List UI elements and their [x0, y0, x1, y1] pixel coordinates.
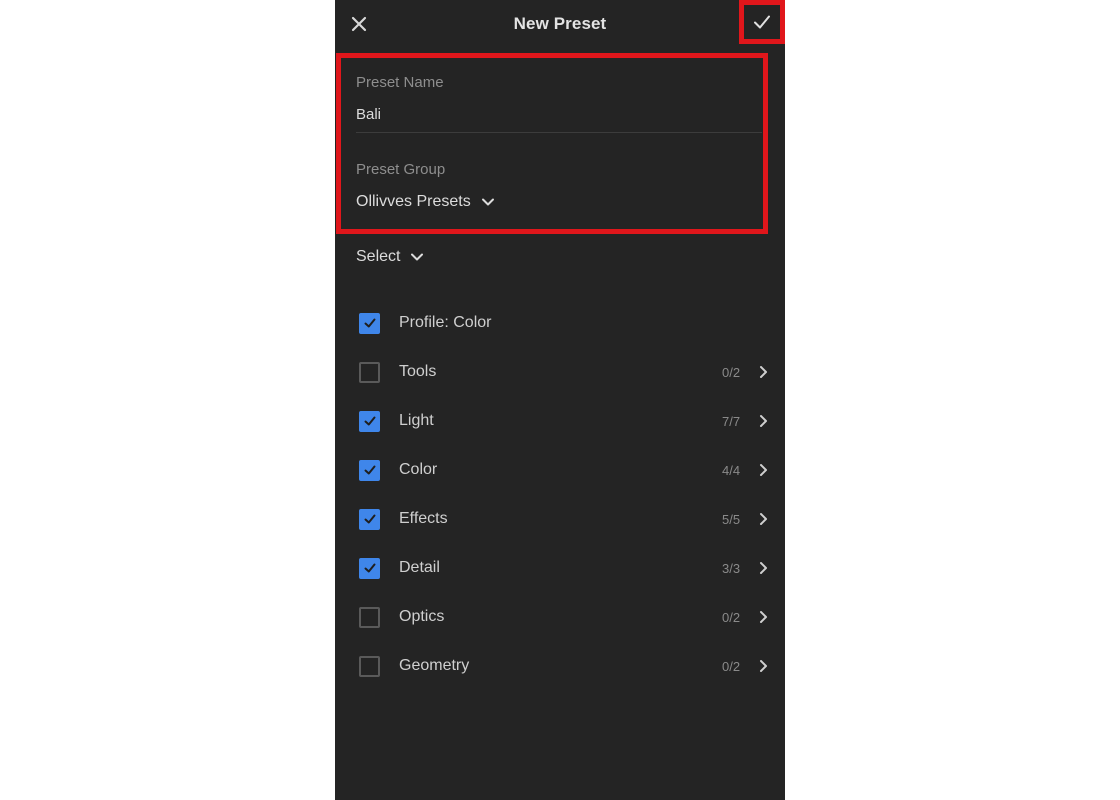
chevron-down-icon: [481, 198, 494, 206]
chevron-right-icon[interactable]: [757, 659, 769, 673]
checkmark-icon: [364, 416, 375, 426]
chevron-right-icon[interactable]: [757, 365, 769, 379]
preset-group-dropdown[interactable]: Ollivves Presets: [356, 193, 495, 211]
settings-item-count: 5/5: [722, 511, 741, 527]
settings-item[interactable]: Profile: Color: [359, 308, 779, 338]
checkmark-icon: [364, 318, 375, 328]
settings-item-count: 3/3: [722, 560, 741, 576]
settings-item-count: 0/2: [722, 364, 741, 380]
select-label: Select: [356, 248, 401, 265]
settings-checkbox[interactable]: [359, 459, 380, 481]
chevron-right-icon[interactable]: [757, 463, 769, 477]
settings-item-count: 0/2: [722, 658, 741, 674]
settings-checkbox[interactable]: [359, 410, 380, 432]
checkmark-icon: [754, 15, 770, 29]
settings-checkbox[interactable]: [359, 655, 380, 677]
field-divider: [356, 132, 762, 133]
settings-checkbox[interactable]: [359, 312, 380, 334]
settings-item[interactable]: Detail 3/3: [359, 553, 779, 583]
confirm-button[interactable]: [739, 1, 785, 43]
settings-item[interactable]: Tools 0/2: [359, 357, 779, 387]
settings-item[interactable]: Geometry 0/2: [359, 651, 779, 681]
preset-group-value: Ollivves Presets: [356, 193, 471, 210]
settings-item-count: 7/7: [722, 413, 741, 429]
settings-item-label: Profile: Color: [399, 314, 492, 331]
settings-item-count: 0/2: [722, 609, 741, 625]
settings-item[interactable]: Effects 5/5: [359, 504, 779, 534]
new-preset-screen: New Preset Preset Name Bali Preset Group…: [335, 0, 785, 800]
settings-checkbox[interactable]: [359, 508, 380, 530]
settings-item[interactable]: Color 4/4: [359, 455, 779, 485]
checkmark-icon: [364, 514, 375, 524]
page-title: New Preset: [513, 14, 607, 33]
settings-item-count: 4/4: [722, 462, 741, 478]
preset-name-input[interactable]: Bali: [356, 106, 381, 123]
checkmark-icon: [364, 563, 375, 573]
chevron-down-icon: [411, 253, 424, 261]
checkmark-icon: [364, 465, 375, 475]
settings-checkbox[interactable]: [359, 557, 380, 579]
settings-item[interactable]: Optics 0/2: [359, 602, 779, 632]
preset-name-label: Preset Name: [356, 74, 444, 91]
settings-item[interactable]: Light 7/7: [359, 406, 779, 436]
preset-group-label: Preset Group: [356, 161, 446, 178]
chevron-right-icon[interactable]: [757, 414, 769, 428]
chevron-right-icon[interactable]: [757, 610, 769, 624]
chevron-right-icon[interactable]: [757, 512, 769, 526]
settings-checkbox[interactable]: [359, 606, 380, 628]
settings-checkbox[interactable]: [359, 361, 380, 383]
select-dropdown[interactable]: Select: [356, 248, 424, 266]
chevron-right-icon[interactable]: [757, 561, 769, 575]
